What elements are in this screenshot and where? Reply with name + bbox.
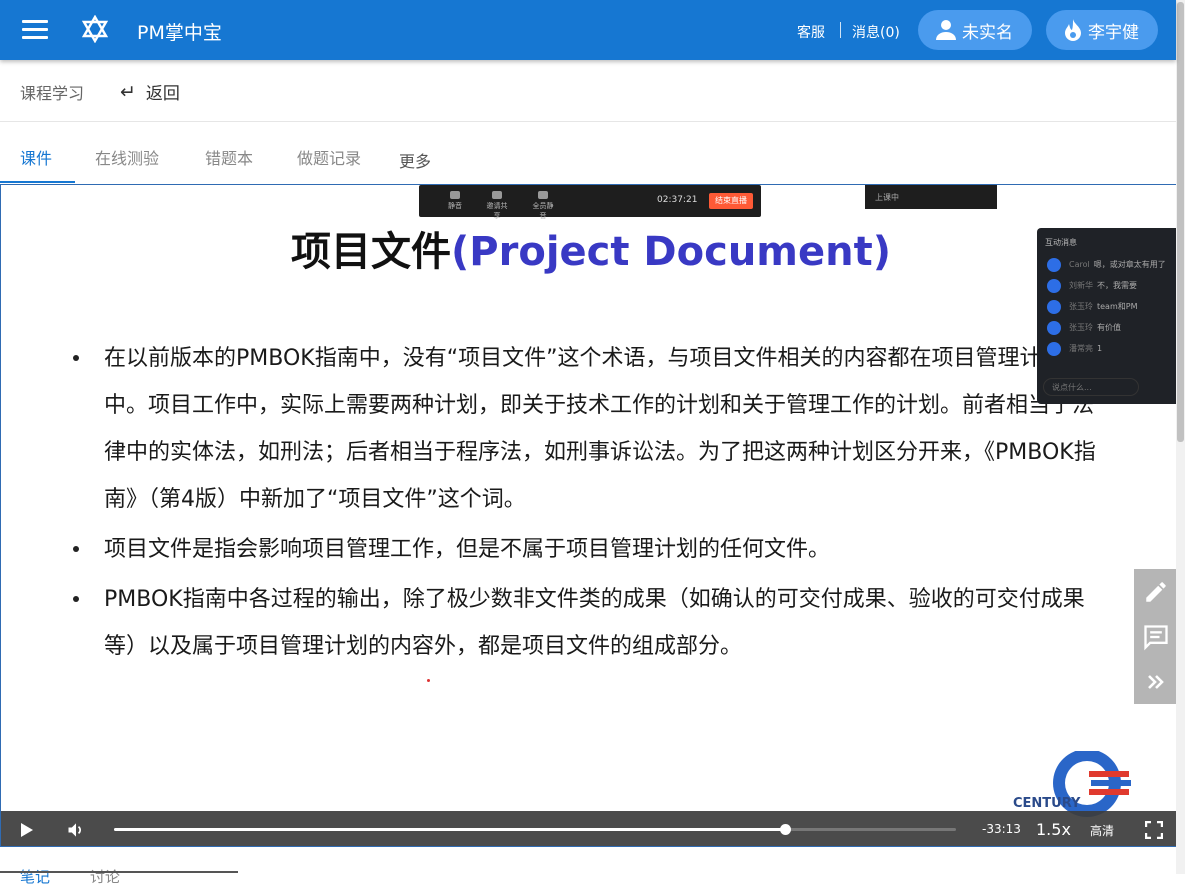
user-name: 李宇健 [1088,22,1139,43]
course-tabs: 课件 在线测验 错题本 做题记录 更多 [0,123,1176,184]
back-button[interactable]: ↵ 返回 [120,79,180,105]
messages-link[interactable]: 消息(0) [852,22,900,42]
tab-wrong-questions[interactable]: 错题本 [205,145,253,169]
laser-pointer-dot [427,679,430,682]
hamburger-menu-icon[interactable] [22,20,48,40]
share-invite-button: 邀请共享 [485,191,509,220]
playback-speed-button[interactable]: 1.5x [1036,820,1071,839]
top-navbar: PM掌中宝 客服 消息(0) 未实名 李宇健 [0,0,1176,60]
bottom-divider [0,871,238,873]
identity-verify-button[interactable]: 未实名 [918,10,1032,50]
active-tab-indicator [0,181,75,183]
slide-bullet: PMBOK指南中各过程的输出，除了极少数非文件类的成果（如确认的可交付成果、验收… [71,576,1101,670]
end-stream-button: 结束直播 [709,193,753,209]
slide-bullet: 在以前版本的PMBOK指南中，没有“项目文件”这个术语，与项目文件相关的内容都在… [71,335,1101,523]
identity-verify-label: 未实名 [962,22,1013,43]
chat-input: 说点什么... [1043,378,1139,396]
chat-message: 潘常亮 1 [1037,338,1177,359]
mute-mic-button: 静音 [443,191,467,211]
avatar [1047,341,1061,356]
player-controls: -33:13 1.5x 高清 [1,811,1177,846]
chat-message: Carol 嗯，或对章太有用了 [1037,254,1177,275]
slide-title-en: (Project Document) [451,229,891,275]
pencil-icon [1146,581,1166,602]
play-icon[interactable] [19,822,35,838]
user-icon [936,20,956,40]
avatar [1047,320,1061,335]
progress-handle[interactable] [780,824,792,835]
slide-title: 项目文件(Project Document) [1,219,1177,277]
annotate-button[interactable] [1134,569,1177,614]
slide-bullet: 项目文件是指会影响项目管理工作，但是不属于项目管理计划的任何文件。 [71,526,1101,573]
collapse-button[interactable] [1134,659,1177,704]
volume-icon[interactable] [66,820,86,840]
live-stream-toolbar: 静音 邀请共享 全员静音 02:37:21 结束直播 [419,185,761,220]
time-remaining: -33:13 [982,822,1021,836]
scrollbar-thumb[interactable] [1177,2,1184,442]
flame-icon [1065,19,1081,41]
fullscreen-icon[interactable] [1145,821,1163,839]
comment-button[interactable] [1134,614,1177,659]
avatar [1047,299,1061,314]
side-toolbar [1134,569,1177,704]
slide-bullets: 在以前版本的PMBOK指南中，没有“项目文件”这个术语，与项目文件相关的内容都在… [71,335,1101,673]
tab-more[interactable]: 更多 [399,148,431,172]
tab-practice-records[interactable]: 做题记录 [297,145,361,169]
chat-message: 张玉玲 team和PM [1037,296,1177,317]
tab-online-quiz[interactable]: 在线测验 [95,145,159,169]
chat-header: 互动消息 [1045,238,1077,247]
breadcrumb-bar: 课程学习 ↵ 返回 [0,60,1176,122]
stream-timer: 02:37:21 [657,195,698,205]
app-title: PM掌中宝 [137,22,222,44]
return-arrow-icon: ↵ [120,80,136,103]
avatar [1047,257,1061,272]
nav-divider [840,22,841,38]
tab-courseware[interactable]: 课件 [20,145,52,169]
page-scrollbar[interactable] [1176,0,1185,874]
double-chevron-right-icon [1148,674,1164,689]
comment-icon [1144,624,1168,650]
tab-notes[interactable]: 笔记 [20,866,50,887]
bottom-tabs: 笔记 讨论 [0,848,1176,886]
mute-all-button: 全员静音 [531,191,555,220]
quality-button[interactable]: 高清 [1090,822,1114,839]
progress-fill [114,828,786,831]
chat-panel: 互动消息 Carol 嗯，或对章太有用了 刘新华 不，我需要 张玉玲 team和PM … [1037,228,1177,404]
video-player[interactable]: 静音 邀请共享 全员静音 02:37:21 结束直播 上课中 项目文件(Proj… [0,184,1178,847]
chat-message: 张玉玲 有价值 [1037,317,1177,338]
user-profile-button[interactable]: 李宇健 [1046,10,1158,50]
svg-text:CENTURY: CENTURY [1013,796,1081,811]
star-logo-icon [82,15,108,43]
live-status: 上课中 [865,185,997,209]
chat-message: 刘新华 不，我需要 [1037,275,1177,296]
back-label: 返回 [145,84,180,104]
customer-service-link[interactable]: 客服 [797,22,825,42]
slide-title-cn: 项目文件 [291,229,452,275]
breadcrumb: 课程学习 [20,84,85,103]
tab-discussion[interactable]: 讨论 [90,866,120,887]
progress-bar[interactable] [114,824,956,835]
avatar [1047,278,1061,293]
